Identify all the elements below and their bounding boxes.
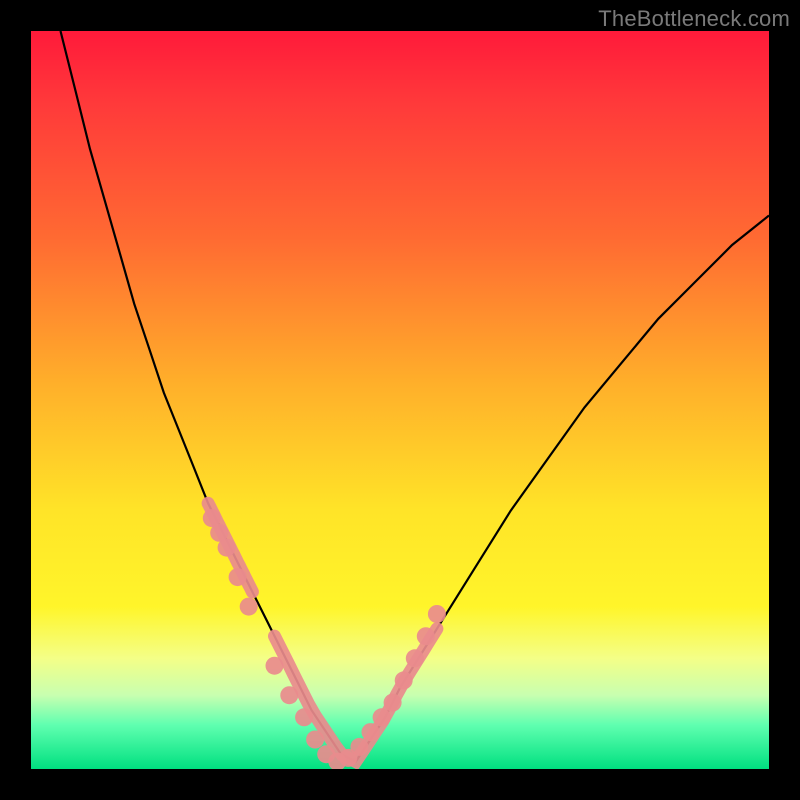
highlight-dot (395, 671, 413, 689)
highlight-dot (229, 568, 247, 586)
highlight-dot (406, 649, 424, 667)
chart-svg (31, 31, 769, 769)
highlight-dot (295, 708, 313, 726)
highlight-dot (384, 694, 402, 712)
highlight-dot (306, 731, 324, 749)
highlight-dot (428, 605, 446, 623)
highlight-dot (373, 708, 391, 726)
highlight-dot (266, 657, 284, 675)
watermark-text: TheBottleneck.com (598, 6, 790, 32)
chart-frame: TheBottleneck.com (0, 0, 800, 800)
highlight-dot (280, 686, 298, 704)
highlight-dot (350, 738, 368, 756)
highlight-dot (240, 598, 258, 616)
highlight-dot (362, 723, 380, 741)
highlight-dot (417, 627, 435, 645)
highlight-dot (218, 539, 236, 557)
chart-plot-area (31, 31, 769, 769)
